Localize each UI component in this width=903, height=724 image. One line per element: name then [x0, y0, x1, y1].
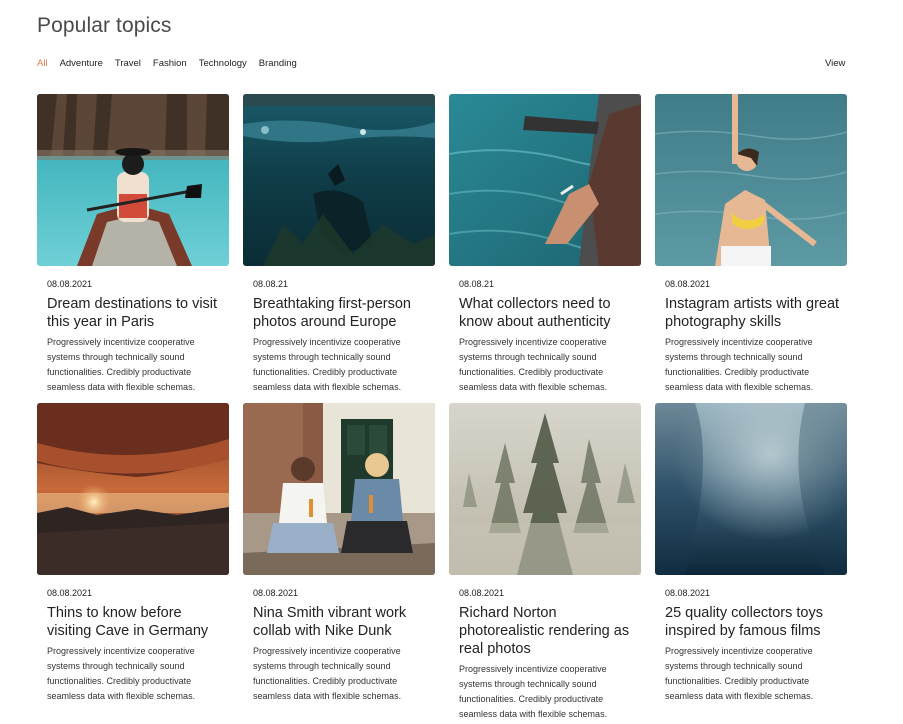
article-image-two-friends[interactable]	[243, 403, 435, 575]
article-date: 08.08.2021	[253, 588, 299, 598]
abstract-blue-photo	[655, 403, 847, 575]
article-card[interactable]: 08.08.21 What collectors need to know ab…	[449, 94, 641, 395]
rock-arch-photo	[37, 403, 229, 575]
section-title: Popular topics	[37, 14, 172, 37]
article-date: 08.08.2021	[665, 279, 711, 289]
article-date: 08.08.2021	[47, 279, 93, 289]
article-date: 08.08.2021	[459, 588, 505, 598]
article-description: Progressively incentivize cooperative sy…	[47, 646, 196, 701]
article-description: Progressively incentivize cooperative sy…	[253, 646, 402, 701]
article-date: 08.08.21	[459, 279, 495, 289]
view-all-link[interactable]: View	[825, 58, 845, 70]
article-image-rock-arch[interactable]	[37, 403, 229, 575]
article-title[interactable]: Instagram artists with great photography…	[665, 295, 843, 331]
popular-topics-page: Popular topics All Adventure Travel Fash…	[0, 0, 903, 724]
article-date: 08.08.21	[253, 279, 289, 289]
article-title[interactable]: Richard Norton photorealistic rendering …	[459, 604, 637, 658]
canoe-lake-photo	[37, 94, 229, 266]
kayak-hand-photo	[449, 94, 641, 266]
article-image-underwater[interactable]	[243, 94, 435, 266]
article-title[interactable]: What collectors need to know about authe…	[459, 295, 637, 331]
article-image-kayak-hand[interactable]	[449, 94, 641, 266]
article-card[interactable]: 08.08.2021 Richard Norton photorealistic…	[449, 403, 641, 722]
article-title[interactable]: Nina Smith vibrant work collab with Nike…	[253, 604, 431, 640]
underwater-photo	[243, 94, 435, 266]
article-title[interactable]: Dream destinations to visit this year in…	[47, 295, 225, 331]
filter-all[interactable]: All	[37, 58, 48, 70]
topic-filter-bar: All Adventure Travel Fashion Technology …	[37, 58, 297, 70]
article-image-canoe-lake[interactable]	[37, 94, 229, 266]
filter-adventure[interactable]: Adventure	[60, 58, 103, 70]
article-card[interactable]: 08.08.2021 Instagram artists with great …	[655, 94, 847, 395]
article-image-abstract-blue[interactable]	[655, 403, 847, 575]
article-description: Progressively incentivize cooperative sy…	[665, 646, 814, 701]
article-title[interactable]: 25 quality collectors toys inspired by f…	[665, 604, 843, 640]
article-card[interactable]: 08.08.2021 Nina Smith vibrant work colla…	[243, 403, 435, 704]
article-description: Progressively incentivize cooperative sy…	[459, 337, 608, 392]
article-date: 08.08.2021	[665, 588, 711, 598]
sea-woman-photo	[655, 94, 847, 266]
two-friends-photo	[243, 403, 435, 575]
article-description: Progressively incentivize cooperative sy…	[459, 664, 608, 719]
article-title[interactable]: Breathtaking first-person photos around …	[253, 295, 431, 331]
article-image-foggy-forest[interactable]	[449, 403, 641, 575]
filter-fashion[interactable]: Fashion	[153, 58, 187, 70]
article-description: Progressively incentivize cooperative sy…	[47, 337, 196, 392]
article-title[interactable]: Thins to know before visiting Cave in Ge…	[47, 604, 225, 640]
article-card[interactable]: 08.08.2021 25 quality collectors toys in…	[655, 403, 847, 704]
article-description: Progressively incentivize cooperative sy…	[253, 337, 402, 392]
article-card[interactable]: 08.08.21 Breathtaking first-person photo…	[243, 94, 435, 395]
filter-travel[interactable]: Travel	[115, 58, 141, 70]
article-date: 08.08.2021	[47, 588, 93, 598]
article-card[interactable]: 08.08.2021 Thins to know before visiting…	[37, 403, 229, 704]
filter-branding[interactable]: Branding	[259, 58, 297, 70]
article-description: Progressively incentivize cooperative sy…	[665, 337, 814, 392]
foggy-forest-photo	[449, 403, 641, 575]
article-card[interactable]: 08.08.2021 Dream destinations to visit t…	[37, 94, 229, 395]
filter-technology[interactable]: Technology	[199, 58, 247, 70]
article-image-sea-woman[interactable]	[655, 94, 847, 266]
